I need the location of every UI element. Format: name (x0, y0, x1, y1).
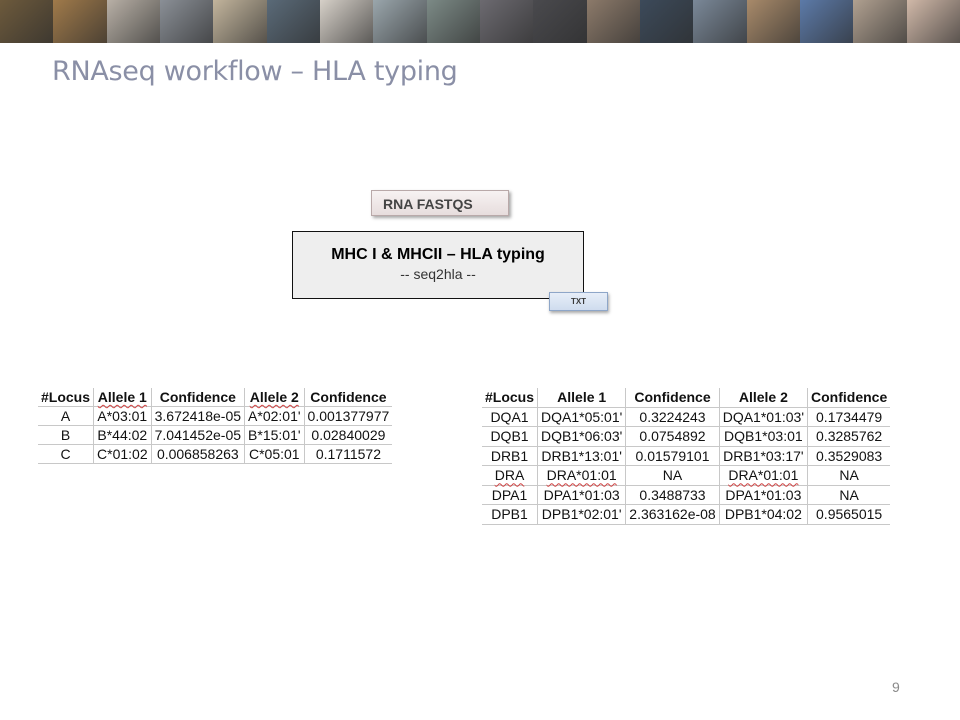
banner-photo-tile (639, 0, 694, 43)
table-cell: 0.02840029 (303, 425, 393, 445)
table-row: DRA DRA*01:01 NA DRA*01:01 NA (482, 465, 891, 486)
table-row: DQA1 DQA1*05:01' 0.3224243 DQA1*01:03' 0… (482, 407, 891, 427)
table-cell: B*15:01' (244, 425, 305, 445)
table-cell: DRB1*03:17' (718, 446, 808, 466)
table-cell: 0.001377977 (303, 406, 393, 426)
table-cell: DQB1*03:01 (718, 426, 808, 447)
hla-typing-title: MHC I & MHCII – HLA typing (331, 246, 545, 263)
banner-photo-tile (373, 0, 427, 43)
table-cell: DPB1*02:01' (537, 504, 626, 525)
hla-typing-box: MHC I & MHCII – HLA typing -- seq2hla -- (292, 231, 584, 299)
table-cell: 7.041452e-05 (150, 425, 245, 445)
banner-photo-tile (319, 0, 374, 43)
table-cell: DPB1 (482, 504, 538, 525)
table-cell: NA (807, 465, 891, 486)
table-cell: DPA1 (482, 485, 538, 505)
banner-photo-tile (533, 0, 587, 43)
table-cell: 0.0754892 (625, 426, 720, 447)
table-cell: DQB1 (482, 426, 538, 447)
column-header: Allele 1 (537, 388, 626, 408)
table-cell: DRB1*13:01' (537, 446, 626, 466)
banner-photo-tile (746, 0, 800, 43)
banner-photo-tile (0, 0, 54, 43)
banner-photo-tile (53, 0, 107, 43)
banner-photo-tile (906, 0, 960, 43)
table-cell: 0.1711572 (303, 444, 393, 464)
table-cell: 0.3224243 (625, 407, 720, 427)
table-cell: DQA1*01:03' (718, 407, 808, 427)
table-cell: DQA1*05:01' (537, 407, 626, 427)
banner-photo-tile (799, 0, 854, 43)
column-header: Allele 2 (718, 388, 808, 408)
column-header: #Locus (482, 388, 538, 408)
mhc2-hla-table: #Locus Allele 1 Confidence Allele 2 Conf… (482, 388, 891, 525)
table-cell: 0.3529083 (807, 446, 891, 466)
table-cell: DRA*01:01 (718, 465, 808, 486)
column-header: Confidence (303, 388, 393, 407)
banner-photo-tile (693, 0, 747, 43)
table-cell: DQA1 (482, 407, 538, 427)
table-cell: C*01:02 (93, 444, 152, 464)
column-header: Allele 2 (244, 388, 305, 407)
table-cell: DRA*01:01 (537, 465, 626, 486)
table-cell: B (38, 425, 94, 445)
table-row: DQB1 DQB1*06:03' 0.0754892 DQB1*03:01 0.… (482, 426, 891, 447)
table-cell: A*02:01' (244, 406, 305, 426)
banner-photo-tile (853, 0, 907, 43)
table-cell: DPA1*01:03 (537, 485, 626, 505)
table-cell: 0.006858263 (150, 444, 245, 464)
column-header: Confidence (807, 388, 891, 408)
banner-photo-tile (266, 0, 320, 43)
table-cell: DRB1 (482, 446, 538, 466)
column-header: Confidence (625, 388, 720, 408)
table-row: B B*44:02 7.041452e-05 B*15:01' 0.028400… (38, 425, 393, 445)
table-cell: 2.363162e-08 (625, 504, 720, 525)
banner-photo-tile (586, 0, 640, 43)
table-cell: 3.672418e-05 (150, 406, 245, 426)
table-cell: DPB1*04:02 (718, 504, 808, 525)
table-header-row: #Locus Allele 1 Confidence Allele 2 Conf… (482, 388, 891, 408)
banner-photo-tile (106, 0, 160, 43)
table-cell: 0.3285762 (807, 426, 891, 447)
table-cell: DRA (482, 465, 538, 486)
table-cell: 0.1734479 (807, 407, 891, 427)
table-cell: A (38, 406, 94, 426)
banner-photo-tile (213, 0, 267, 43)
table-cell: C (38, 444, 94, 464)
table-header-row: #Locus Allele 1 Confidence Allele 2 Conf… (38, 388, 393, 407)
txt-output-box: TXT (549, 292, 608, 311)
table-cell: NA (625, 465, 720, 486)
banner-photo-tile (426, 0, 480, 43)
table-cell: DQB1*06:03' (537, 426, 626, 447)
banner-photo-tile (479, 0, 534, 43)
table-row: A A*03:01 3.672418e-05 A*02:01' 0.001377… (38, 406, 393, 426)
slide-title: RNAseq workflow – HLA typing (52, 56, 458, 87)
table-cell: A*03:01 (93, 406, 152, 426)
column-header: Confidence (150, 388, 245, 407)
table-cell: 0.3488733 (625, 485, 720, 505)
column-header: Allele 1 (93, 388, 152, 407)
table-cell: B*44:02 (93, 425, 152, 445)
table-cell: C*05:01 (244, 444, 305, 464)
photo-banner (0, 0, 960, 43)
mhc1-hla-table: #Locus Allele 1 Confidence Allele 2 Conf… (38, 388, 393, 464)
rna-fastqs-box: RNA FASTQS (371, 190, 509, 216)
table-row: C C*01:02 0.006858263 C*05:01 0.1711572 (38, 444, 393, 464)
table-row: DRB1 DRB1*13:01' 0.01579101 DRB1*03:17' … (482, 446, 891, 466)
table-row: DPB1 DPB1*02:01' 2.363162e-08 DPB1*04:02… (482, 504, 891, 525)
page-number: 9 (892, 679, 900, 695)
hla-typing-tool: -- seq2hla -- (400, 266, 476, 282)
banner-photo-tile (159, 0, 214, 43)
table-cell: DPA1*01:03 (718, 485, 808, 505)
table-cell: NA (807, 485, 891, 505)
table-row: DPA1 DPA1*01:03 0.3488733 DPA1*01:03 NA (482, 485, 891, 505)
column-header: #Locus (38, 388, 94, 407)
table-cell: 0.01579101 (625, 446, 720, 466)
table-cell: 0.9565015 (807, 504, 891, 525)
